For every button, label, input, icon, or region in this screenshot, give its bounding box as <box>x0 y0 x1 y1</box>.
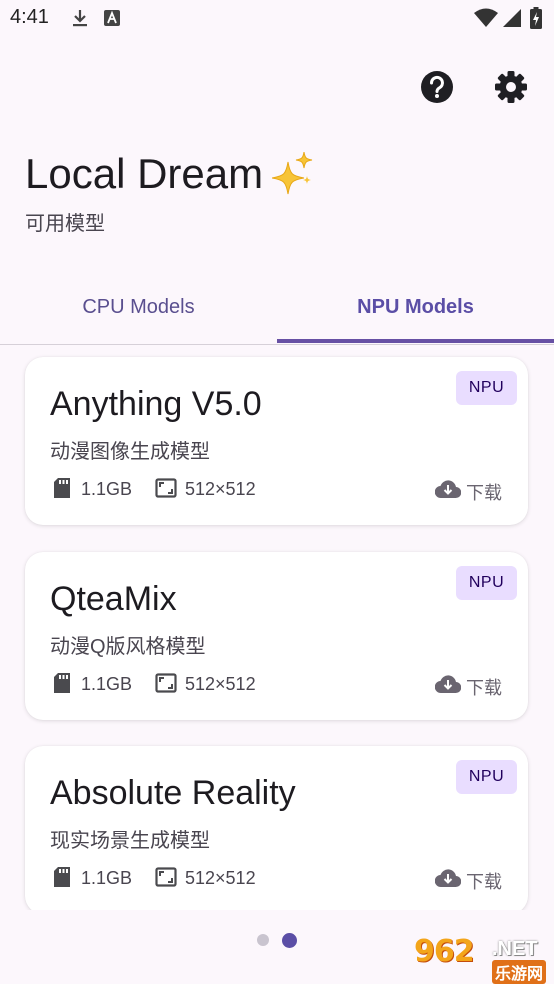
page-dot-1[interactable] <box>257 934 269 946</box>
download-label[interactable]: 下载 <box>466 674 502 700</box>
model-name: Anything V5.0 <box>50 385 262 423</box>
watermark-suffix: .NET <box>492 938 538 960</box>
model-card[interactable]: Anything V5.0 动漫图像生成模型 NPU 1.1GB 512×512… <box>25 357 528 525</box>
wifi-icon <box>474 8 498 33</box>
download-status-icon <box>70 8 90 33</box>
text-notification-icon <box>104 10 120 31</box>
sd-card-icon <box>53 866 71 893</box>
sparkles-icon <box>271 151 314 201</box>
model-size: 1.1GB <box>81 868 133 888</box>
resolution-icon <box>155 867 177 892</box>
resolution-icon <box>155 478 177 503</box>
npu-badge: NPU <box>456 566 517 600</box>
watermark-number: 962 <box>414 934 475 969</box>
model-size: 1.1GB <box>81 674 133 694</box>
sd-card-icon <box>53 672 71 699</box>
cloud-download-icon[interactable] <box>434 479 462 504</box>
download-label[interactable]: 下载 <box>466 868 502 894</box>
tab-cpu-models[interactable]: CPU Models <box>0 280 277 340</box>
tab-npu-models[interactable]: NPU Models <box>277 280 554 340</box>
model-description: 动漫Q版风格模型 <box>50 636 206 658</box>
help-button[interactable] <box>418 68 456 106</box>
model-resolution: 512×512 <box>185 868 256 888</box>
status-bar: 4:41 <box>0 0 554 38</box>
npu-badge: NPU <box>456 760 517 794</box>
cloud-download-icon[interactable] <box>434 674 462 699</box>
download-label[interactable]: 下载 <box>466 479 502 505</box>
tab-bar: CPU Models NPU Models <box>0 280 554 345</box>
model-name: Absolute Reality <box>50 774 296 812</box>
page-dot-2-active[interactable] <box>282 933 297 948</box>
app-title: Local Dream <box>25 150 264 197</box>
settings-button[interactable] <box>492 68 530 106</box>
model-name: QteaMix <box>50 580 177 618</box>
signal-icon <box>502 8 522 33</box>
model-card[interactable]: QteaMix 动漫Q版风格模型 NPU 1.1GB 512×512 下载 <box>25 552 528 720</box>
model-description: 动漫图像生成模型 <box>50 441 210 463</box>
app-subtitle: 可用模型 <box>25 213 105 235</box>
tab-indicator <box>277 339 554 343</box>
battery-icon <box>530 7 542 34</box>
npu-badge: NPU <box>456 371 517 405</box>
watermark-logo: 962 .NET 乐游网 <box>414 934 550 984</box>
cloud-download-icon[interactable] <box>434 868 462 893</box>
status-time: 4:41 <box>10 6 49 28</box>
watermark-caption: 乐游网 <box>492 960 547 984</box>
model-card[interactable]: Absolute Reality 现实场景生成模型 NPU 1.1GB 512×… <box>25 746 528 910</box>
gear-icon <box>495 71 527 103</box>
model-resolution: 512×512 <box>185 479 256 499</box>
model-resolution: 512×512 <box>185 674 256 694</box>
resolution-icon <box>155 673 177 698</box>
sd-card-icon <box>53 477 71 504</box>
help-circle-icon <box>421 71 453 103</box>
model-size: 1.1GB <box>81 479 133 499</box>
model-description: 现实场景生成模型 <box>50 830 210 852</box>
model-list[interactable]: Anything V5.0 动漫图像生成模型 NPU 1.1GB 512×512… <box>0 345 554 910</box>
